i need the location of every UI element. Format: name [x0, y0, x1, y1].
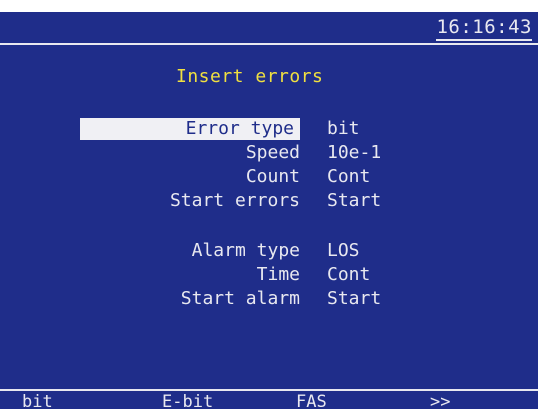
softkey-bar: bit E-bit FAS >> [0, 389, 538, 409]
count-label: Count [245, 166, 300, 187]
setting-row-speed[interactable]: Speed [80, 142, 300, 164]
clock: 16:16:43 [436, 16, 532, 41]
softkey-more[interactable]: >> [430, 393, 450, 409]
start-alarm-value[interactable]: Start [327, 288, 381, 310]
start-alarm-label: Start alarm [180, 288, 300, 309]
error-type-value[interactable]: bit [327, 118, 360, 140]
setting-row-alarm-type[interactable]: Alarm type [80, 240, 300, 262]
start-errors-label: Start errors [169, 190, 300, 211]
setting-row-count[interactable]: Count [80, 166, 300, 188]
alarm-type-value[interactable]: LOS [327, 240, 360, 262]
setting-row-time[interactable]: Time [80, 264, 300, 286]
softkey-fas[interactable]: FAS [296, 393, 327, 409]
speed-label: Speed [245, 142, 300, 163]
setting-row-error-type[interactable]: Error type [80, 118, 300, 140]
softkey-bit[interactable]: bit [22, 393, 53, 409]
speed-value[interactable]: 10e-1 [327, 142, 381, 164]
error-type-label: Error type [80, 118, 300, 140]
setting-row-start-alarm[interactable]: Start alarm [80, 288, 300, 310]
time-value[interactable]: Cont [327, 264, 370, 286]
setting-row-start-errors[interactable]: Start errors [80, 190, 300, 212]
time-label: Time [256, 264, 300, 285]
instrument-screen: 16:16:43 Insert errors Error type bit Sp… [0, 12, 538, 409]
count-value[interactable]: Cont [327, 166, 370, 188]
softkey-e-bit[interactable]: E-bit [162, 393, 213, 409]
page-title: Insert errors [176, 66, 324, 87]
alarm-type-label: Alarm type [191, 240, 300, 261]
start-errors-value[interactable]: Start [327, 190, 381, 212]
status-bar: 16:16:43 [0, 12, 538, 45]
